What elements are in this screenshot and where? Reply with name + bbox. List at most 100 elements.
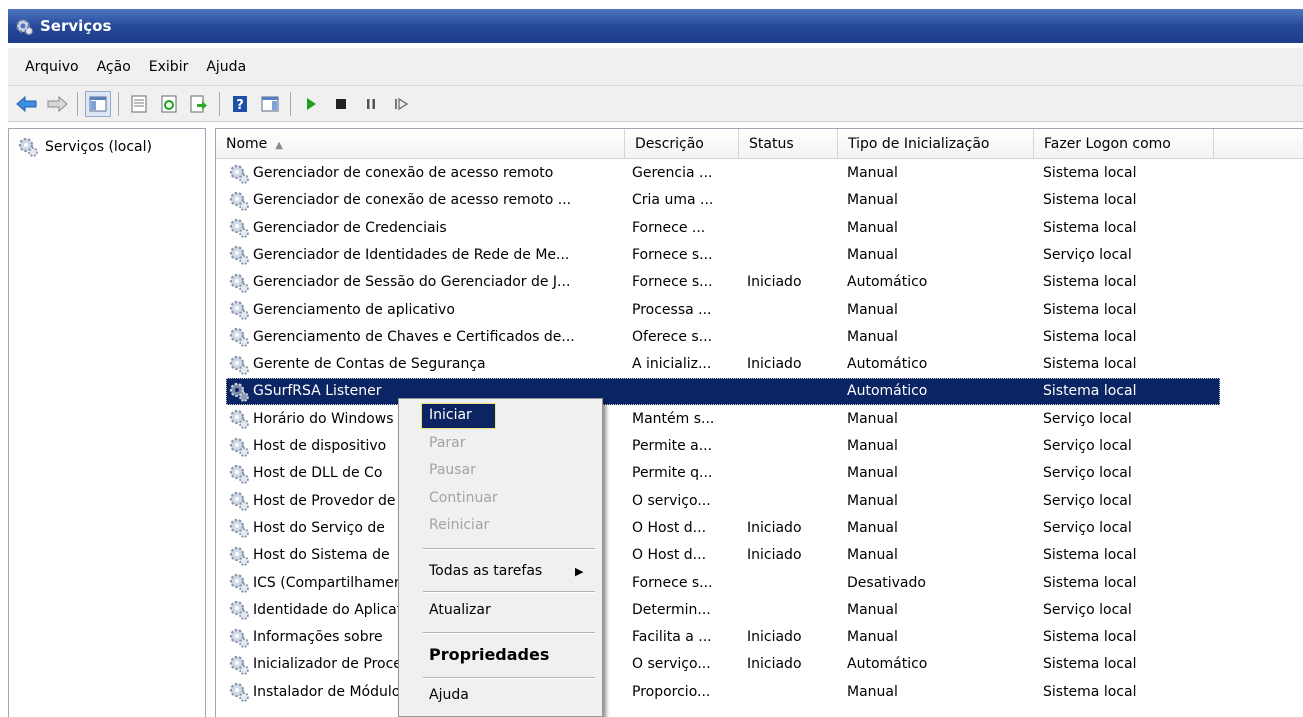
table-row[interactable]: Inicializador de Processos O serviço... In… (216, 651, 1303, 678)
table-row[interactable]: Host de Provedor de O serviço... Manual Ser… (216, 488, 1303, 515)
show-action-pane-icon (261, 96, 279, 111)
cell-description: Fornece s... (632, 274, 713, 291)
menu-item-pausar[interactable]: Pausar (429, 462, 476, 478)
menu-item-propriedades[interactable]: Propriedades (429, 645, 549, 664)
back-button[interactable] (14, 91, 40, 117)
tree-node-services-local[interactable]: Serviços (local) (17, 136, 152, 158)
cell-description: O Host d... (632, 547, 707, 564)
cell-startup-type: Manual (847, 519, 898, 536)
table-row[interactable]: Informações sobre Facilita a ... Iniciado M… (216, 624, 1303, 651)
menu-item-parar[interactable]: Parar (429, 435, 465, 451)
cell-name: Gerenciador de Sessão do Gerenciador de … (228, 269, 620, 296)
table-row[interactable]: Identidade do Aplicativo Determin... Manua… (216, 597, 1303, 624)
table-row[interactable]: ICS (Compartilhamento Fornece s... Desativ… (216, 570, 1303, 597)
pause-service-button[interactable] (358, 91, 384, 117)
menu-item-iniciar[interactable]: Iniciar (429, 407, 472, 423)
table-row[interactable]: Gerenciador de Sessão do Gerenciador de … (216, 269, 1303, 296)
play-icon (307, 97, 316, 110)
gear-icon (229, 519, 249, 539)
service-name: Host de dispositivo (253, 438, 387, 454)
menu-acao[interactable]: Ação (88, 59, 140, 75)
cell-startup-type: Manual (847, 246, 898, 263)
service-name: ICS (Compartilhamento (253, 574, 417, 591)
context-menu-separator (423, 677, 595, 679)
gear-icon (18, 137, 38, 157)
properties-button[interactable] (126, 91, 152, 117)
cell-name: Gerenciador de conexão de acesso remoto (228, 160, 620, 187)
table-row[interactable]: Gerenciamento de aplicativo Processa ... M… (216, 297, 1303, 324)
column-header-status[interactable]: Status (739, 129, 838, 159)
service-name: Host de Provedor de (253, 492, 396, 509)
table-row[interactable]: GSurfRSA Listener Automático Sistema local (216, 378, 1303, 406)
column-header-descricao[interactable]: Descrição (625, 129, 739, 159)
context-menu: Iniciar Parar Pausar Continuar Reiniciar… (398, 398, 603, 717)
pause-icon (367, 98, 375, 109)
table-row[interactable]: Horário do Windows Mantém s... Manual Servi… (216, 406, 1303, 433)
menu-item-todas-tarefas[interactable]: Todas as tarefas (429, 563, 542, 579)
start-service-button[interactable] (298, 91, 324, 117)
table-row[interactable]: Host de DLL de Co Permite q... Manual Servi… (216, 460, 1303, 487)
cell-logon-as: Serviço local (1043, 410, 1132, 427)
show-hide-tree-button[interactable] (85, 90, 111, 117)
refresh-button[interactable] (156, 91, 182, 117)
forward-button[interactable] (44, 91, 70, 117)
context-menu-separator (423, 591, 595, 593)
table-row[interactable]: Gerenciador de conexão de acesso remoto G… (216, 160, 1303, 187)
properties-icon (131, 95, 147, 112)
column-header-logon[interactable]: Fazer Logon como (1034, 129, 1214, 159)
context-menu-separator (423, 548, 595, 550)
cell-status: Iniciado (747, 656, 802, 673)
table-row[interactable]: Host de dispositivo Permite a... Manual Ser… (216, 433, 1303, 460)
refresh-icon (161, 95, 177, 112)
cell-description: Processa ... (632, 301, 712, 318)
back-icon (16, 95, 37, 112)
menu-item-continuar[interactable]: Continuar (429, 490, 498, 506)
menu-item-reiniciar[interactable]: Reiniciar (429, 517, 489, 533)
table-row[interactable]: Host do Serviço de O Host d... Iniciado Man… (216, 515, 1303, 542)
gear-icon (229, 246, 249, 266)
menu-exibir[interactable]: Exibir (140, 59, 198, 75)
cell-startup-type: Automático (847, 656, 928, 673)
table-row[interactable]: Gerente de Contas de Segurança A iniciali… (216, 351, 1303, 378)
menu-item-atualizar[interactable]: Atualizar (429, 602, 491, 618)
gear-icon (229, 628, 249, 648)
cell-logon-as: Sistema local (1043, 683, 1137, 700)
table-row[interactable]: Gerenciador de conexão de acesso remoto … (216, 187, 1303, 214)
services-gear-icon (16, 19, 34, 36)
table-row[interactable]: Gerenciador de Identidades de Rede de Me… (216, 242, 1303, 269)
cell-status (747, 597, 837, 624)
cell-name: Gerenciador de conexão de acesso remoto … (228, 187, 620, 214)
help-button[interactable]: ? (227, 91, 253, 117)
cell-description: Fornece s... (632, 246, 713, 263)
menu-arquivo[interactable]: Arquivo (16, 59, 88, 75)
column-header-label: Tipo de Inicialização (848, 136, 990, 152)
cell-description: Facilita a ... (632, 629, 712, 646)
menu-ajuda[interactable]: Ajuda (197, 59, 255, 75)
table-row[interactable]: Host do Sistema de O Host d... Iniciado Man… (216, 542, 1303, 569)
table-row[interactable]: Gerenciador de Credenciais Fornece ... Man… (216, 215, 1303, 242)
cell-status (747, 187, 837, 214)
column-header-nome[interactable]: Nome ▲ (216, 129, 625, 159)
toolbar-separator (290, 91, 291, 116)
stop-service-button[interactable] (328, 91, 354, 117)
cell-status (747, 297, 837, 324)
tree-node-label: Serviços (local) (45, 139, 152, 155)
cell-description (632, 378, 738, 405)
table-row[interactable]: Gerenciamento de Chaves e Certificados d… (216, 324, 1303, 351)
toolbar-separator (219, 91, 220, 116)
resume-service-button[interactable] (388, 91, 414, 117)
cell-status: Iniciado (747, 547, 802, 564)
service-name: GSurfRSA Listener (253, 383, 382, 400)
cell-description: O serviço... (632, 656, 711, 673)
gear-icon (229, 464, 249, 484)
menu-item-ajuda[interactable]: Ajuda (429, 687, 469, 703)
help-icon: ? (233, 95, 247, 113)
service-name: Host do Sistema de (253, 547, 390, 564)
toolbar: ? (8, 86, 1303, 122)
export-list-button[interactable] (186, 91, 212, 117)
gear-icon (229, 437, 249, 457)
cell-status (747, 570, 837, 597)
column-header-tipo[interactable]: Tipo de Inicialização (838, 129, 1034, 159)
table-row[interactable]: Instalador de Módulos Proporcio... Manual S… (216, 679, 1303, 706)
show-action-pane-button[interactable] (257, 91, 283, 117)
